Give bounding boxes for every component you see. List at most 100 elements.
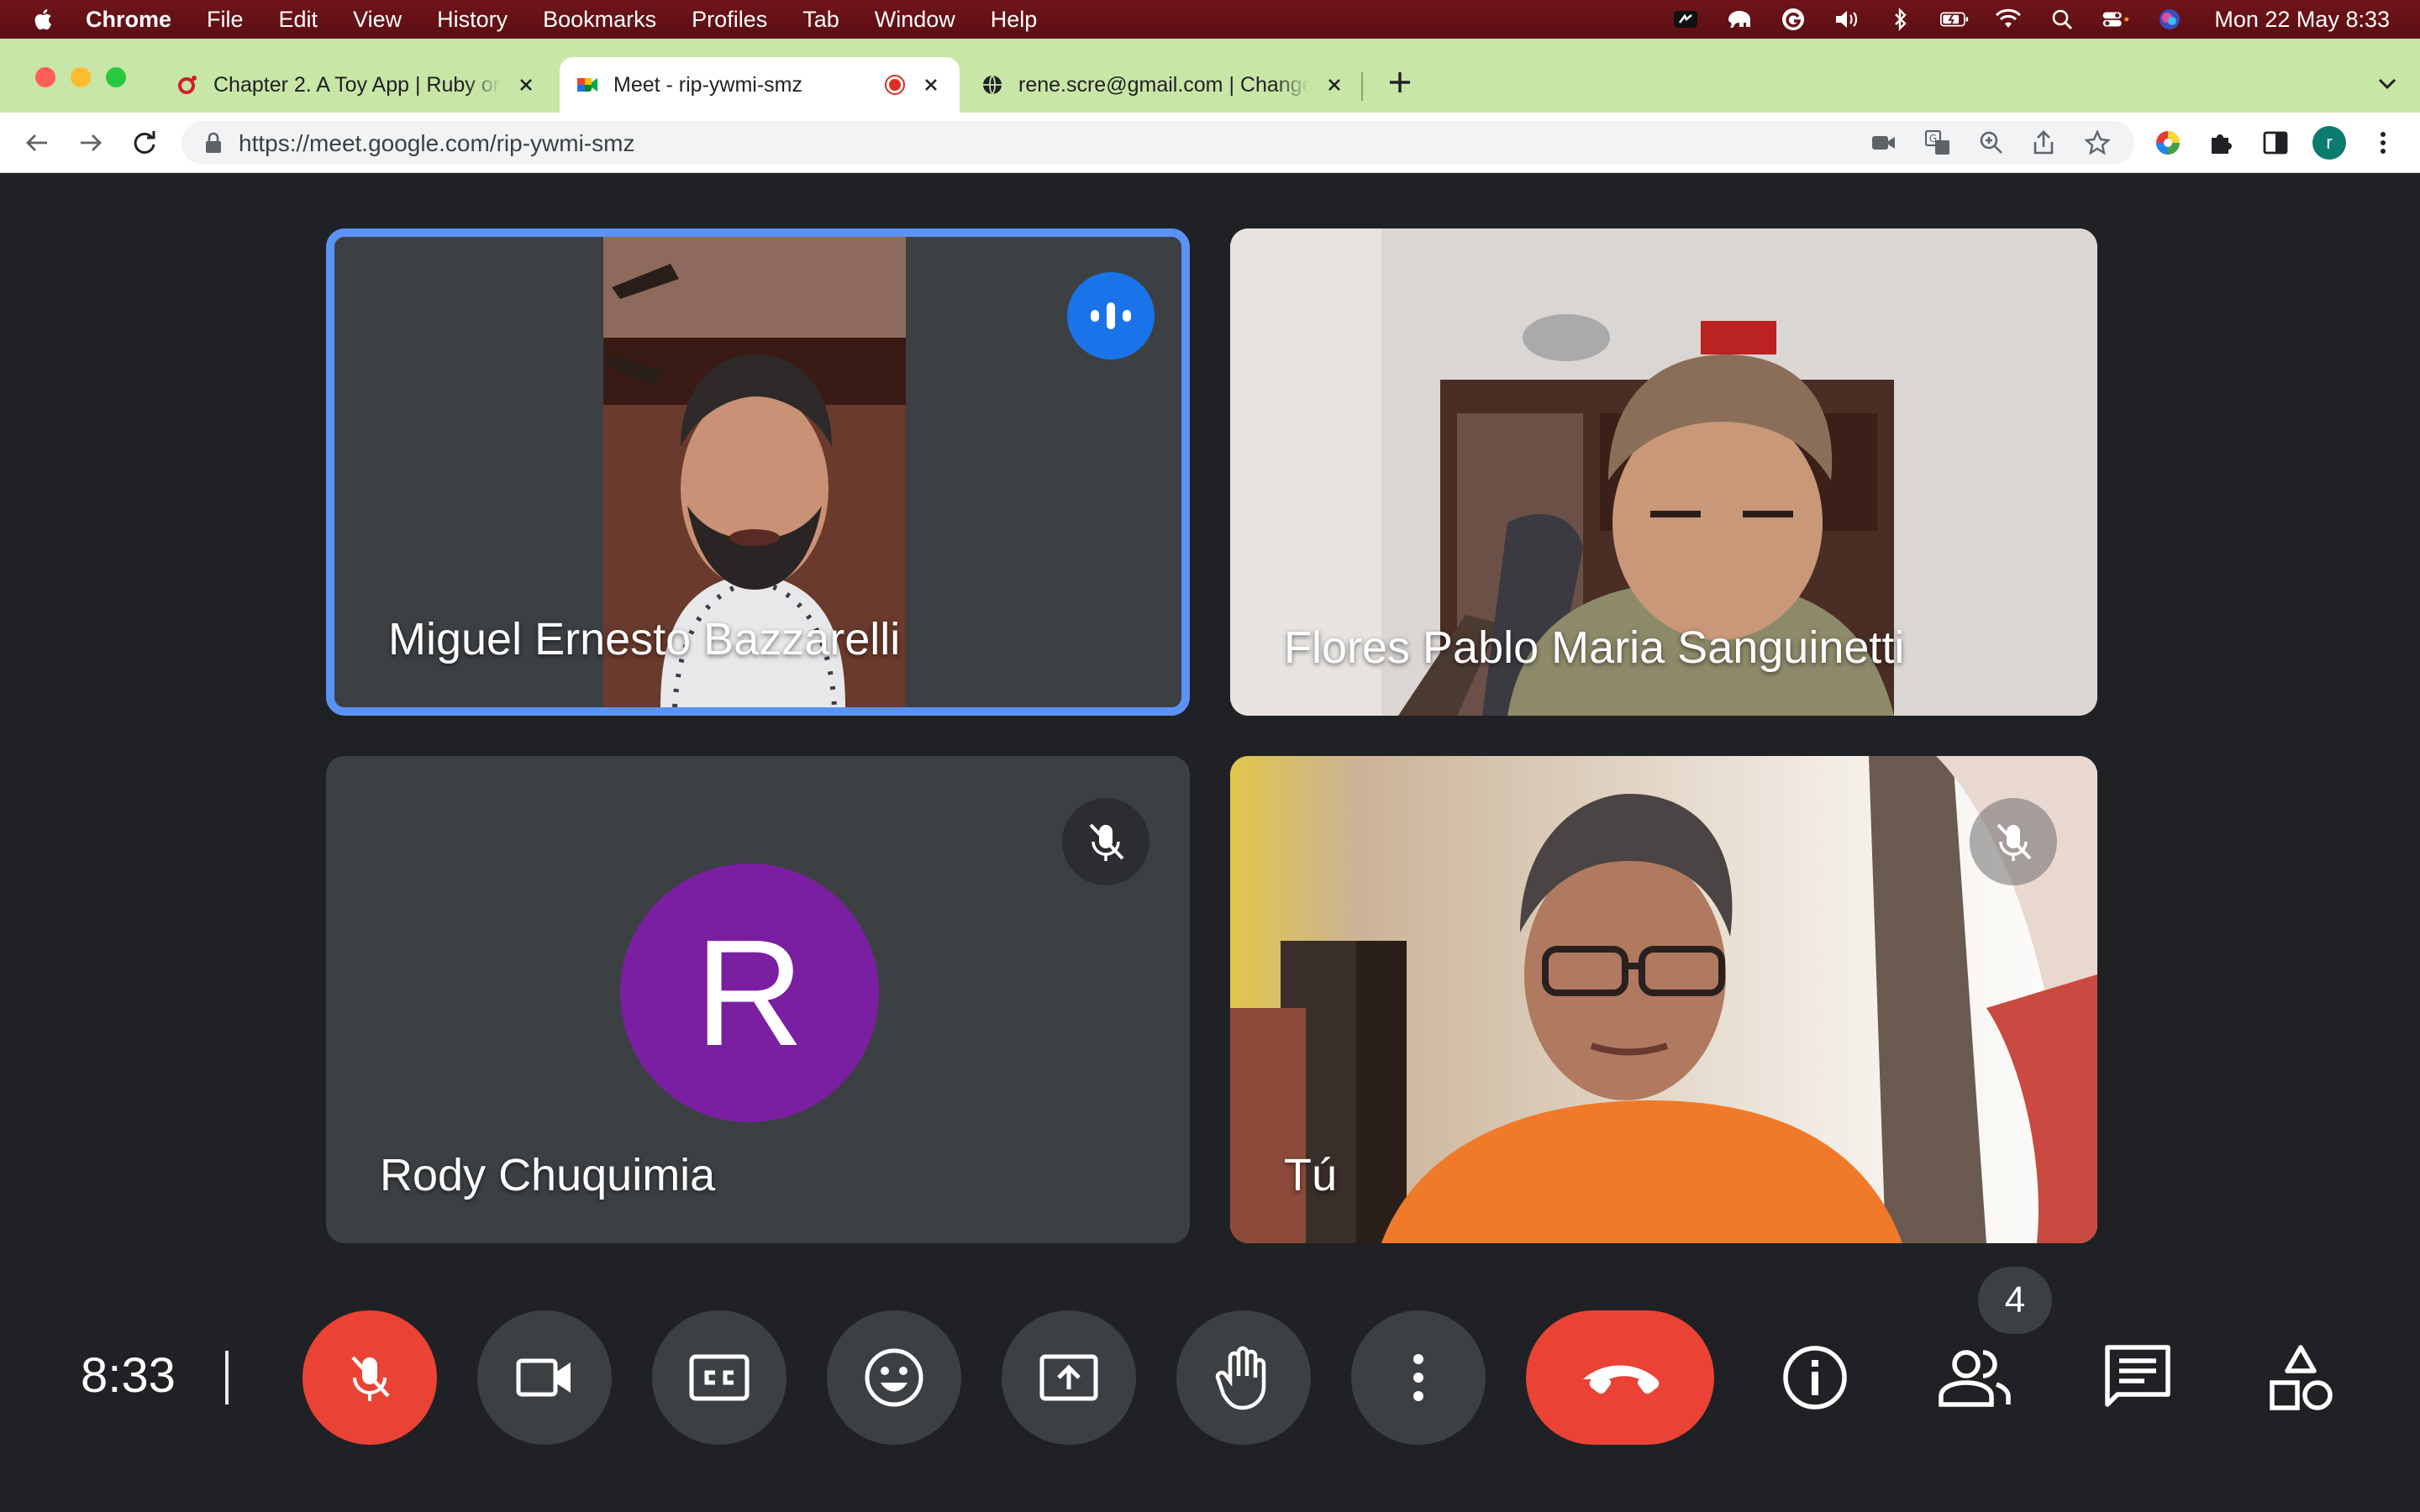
- muted-mic-icon: [1062, 798, 1150, 885]
- participant-tile[interactable]: Flores Pablo Maria Sanguinetti: [1230, 228, 2097, 716]
- status-app-icon[interactable]: [1671, 7, 1700, 32]
- menu-profiles[interactable]: Profiles: [692, 7, 767, 33]
- menu-bookmarks[interactable]: Bookmarks: [543, 7, 656, 33]
- reactions-button[interactable]: [827, 1310, 961, 1445]
- menu-window[interactable]: Window: [875, 7, 955, 33]
- menu-app-name[interactable]: Chrome: [86, 7, 171, 33]
- participant-name: Miguel Ernesto Bazzarelli: [388, 614, 901, 664]
- info-icon: [1783, 1346, 1847, 1410]
- tab-separator: [1361, 72, 1363, 101]
- people-button[interactable]: [1934, 1337, 2015, 1418]
- participant-count-badge: 4: [1978, 1267, 2052, 1334]
- emoji-icon: [865, 1348, 923, 1407]
- bluetooth-icon[interactable]: [1886, 7, 1915, 32]
- browser-menu-icon[interactable]: [2368, 128, 2398, 158]
- profile-avatar[interactable]: r: [2312, 126, 2346, 160]
- activities-shapes-icon: [2270, 1345, 2333, 1410]
- volume-icon[interactable]: [1833, 7, 1861, 32]
- battery-icon[interactable]: [1940, 7, 1969, 32]
- muted-mic-icon: [1970, 798, 2057, 885]
- more-options-button[interactable]: [1351, 1310, 1486, 1445]
- menu-help[interactable]: Help: [991, 7, 1038, 33]
- speaking-indicator-icon: [1067, 272, 1155, 360]
- new-tab-plus-icon[interactable]: [1385, 67, 1415, 97]
- participant-name: Rody Chuquimia: [380, 1150, 716, 1200]
- participant-tile-active-speaker[interactable]: Miguel Ernesto Bazzarelli: [326, 228, 1190, 716]
- close-window-button[interactable]: [35, 67, 55, 87]
- reload-icon[interactable]: [129, 128, 160, 158]
- present-screen-button[interactable]: [1002, 1310, 1136, 1445]
- zoom-icon[interactable]: [1978, 129, 2005, 156]
- control-center-icon[interactable]: [2102, 7, 2130, 32]
- color-extension-icon[interactable]: [2153, 128, 2183, 158]
- participant-name: Tú: [1284, 1150, 1338, 1200]
- zoom-window-button[interactable]: [106, 67, 126, 87]
- tab-title: Chapter 2. A Toy App | Ruby on Rails: [213, 72, 501, 97]
- tab-title: Meet - rip-ywmi-smz: [613, 72, 802, 97]
- tab-title: rene.scre@gmail.com | Change: [1018, 72, 1309, 97]
- back-arrow-icon[interactable]: [22, 128, 52, 158]
- more-vert-icon: [1413, 1354, 1423, 1401]
- close-tab-icon[interactable]: [514, 73, 538, 97]
- captions-button[interactable]: [652, 1310, 786, 1445]
- menu-file[interactable]: File: [207, 7, 244, 33]
- closed-captions-icon: [689, 1354, 750, 1401]
- clock-divider: [225, 1351, 229, 1404]
- browser-toolbar: https://meet.google.com/rip-ywmi-smz G r: [0, 113, 2420, 173]
- participant-video: [1230, 756, 2097, 1243]
- chat-button[interactable]: [2097, 1337, 2178, 1418]
- forward-arrow-icon[interactable]: [76, 128, 106, 158]
- raise-hand-icon: [1215, 1346, 1266, 1410]
- toggle-camera-button[interactable]: [477, 1310, 612, 1445]
- meeting-clock: 8:33: [81, 1348, 176, 1403]
- participant-tile-self[interactable]: Tú: [1230, 756, 2097, 1243]
- window-controls: [35, 67, 126, 87]
- present-to-all-icon: [1039, 1354, 1098, 1401]
- menu-edit[interactable]: Edit: [279, 7, 318, 33]
- wifi-icon[interactable]: [1994, 7, 2023, 32]
- side-panel-icon[interactable]: [2260, 128, 2291, 158]
- browser-tab-strip: Chapter 2. A Toy App | Ruby on Rails Mee…: [0, 39, 2420, 113]
- elephant-icon[interactable]: [1725, 7, 1754, 32]
- close-tab-icon[interactable]: [919, 73, 943, 97]
- meeting-details-button[interactable]: [1775, 1337, 1855, 1418]
- leave-call-button[interactable]: [1526, 1310, 1714, 1445]
- share-icon[interactable]: [2030, 129, 2057, 156]
- chat-icon: [2105, 1345, 2170, 1407]
- tab-meet[interactable]: Meet - rip-ywmi-smz: [560, 57, 960, 113]
- ruby-favicon-icon: [178, 76, 197, 94]
- menu-tab[interactable]: Tab: [802, 7, 839, 33]
- bookmark-star-icon[interactable]: [2084, 129, 2111, 156]
- minimize-window-button[interactable]: [71, 67, 91, 87]
- translate-icon[interactable]: G: [1924, 129, 1951, 156]
- tab-gmail-account[interactable]: rene.scre@gmail.com | Change: [965, 57, 1363, 113]
- videocam-icon: [516, 1358, 571, 1397]
- toggle-microphone-button[interactable]: [302, 1310, 437, 1445]
- call-end-icon: [1583, 1365, 1660, 1394]
- menu-history[interactable]: History: [437, 7, 508, 33]
- participant-name: Flores Pablo Maria Sanguinetti: [1284, 622, 1905, 673]
- macos-menubar: Chrome File Edit View History Bookmarks …: [0, 0, 2420, 39]
- spotlight-search-icon[interactable]: [2048, 7, 2076, 32]
- lock-icon[interactable]: [203, 132, 224, 154]
- people-icon: [1939, 1350, 2011, 1407]
- url-text[interactable]: https://meet.google.com/rip-ywmi-smz: [239, 130, 634, 157]
- raise-hand-button[interactable]: [1176, 1310, 1311, 1445]
- close-tab-icon[interactable]: [1323, 73, 1346, 97]
- address-bar[interactable]: https://meet.google.com/rip-ywmi-smz G: [182, 121, 2134, 165]
- globe-favicon-icon: [983, 75, 1002, 95]
- extensions-puzzle-icon[interactable]: [2207, 128, 2237, 158]
- camera-in-use-icon[interactable]: [1870, 129, 1897, 156]
- menubar-clock[interactable]: Mon 22 May 8:33: [2214, 7, 2390, 33]
- participant-tile[interactable]: R Rody Chuquimia: [326, 756, 1190, 1243]
- participant-avatar: R: [620, 864, 879, 1122]
- activities-button[interactable]: [2260, 1337, 2341, 1418]
- tab-search-chevron-icon[interactable]: [2375, 72, 2400, 94]
- grammar-app-icon[interactable]: [1779, 7, 1807, 32]
- apple-logo-icon[interactable]: [34, 8, 52, 30]
- siri-icon[interactable]: [2155, 7, 2184, 32]
- recording-indicator-icon: [885, 75, 905, 95]
- tab-ruby-on-rails[interactable]: Chapter 2. A Toy App | Ruby on Rails: [160, 57, 555, 113]
- google-meet-favicon-icon: [577, 78, 597, 92]
- menu-view[interactable]: View: [353, 7, 402, 33]
